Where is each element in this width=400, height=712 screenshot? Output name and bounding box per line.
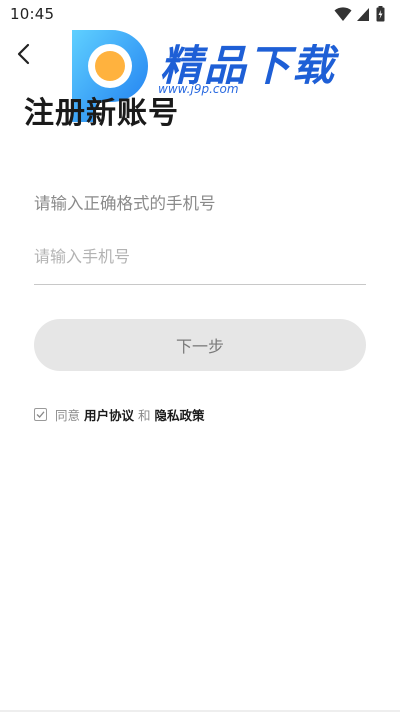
chevron-left-icon <box>17 43 30 65</box>
page-title: 注册新账号 <box>24 96 179 131</box>
status-bar: 10:45 <box>0 0 400 28</box>
agree-prefix: 同意 <box>55 407 81 423</box>
user-agreement-link[interactable]: 用户协议 <box>84 405 134 424</box>
signal-icon <box>356 6 370 26</box>
wifi-icon <box>334 6 352 26</box>
check-icon <box>36 410 45 418</box>
phone-field[interactable] <box>34 236 366 285</box>
phone-format-hint: 请输入正确格式的手机号 <box>34 194 216 213</box>
back-button[interactable] <box>10 40 38 68</box>
battery-charging-icon <box>376 6 385 26</box>
next-button[interactable]: 下一步 <box>34 319 366 371</box>
privacy-policy-link[interactable]: 隐私政策 <box>155 405 205 424</box>
status-time: 10:45 <box>10 5 55 23</box>
phone-input[interactable] <box>34 236 366 276</box>
agreement-row: 同意 用户协议 和 隐私政策 <box>34 405 209 423</box>
agree-connector: 和 <box>138 407 151 423</box>
agree-checkbox[interactable] <box>34 407 47 421</box>
